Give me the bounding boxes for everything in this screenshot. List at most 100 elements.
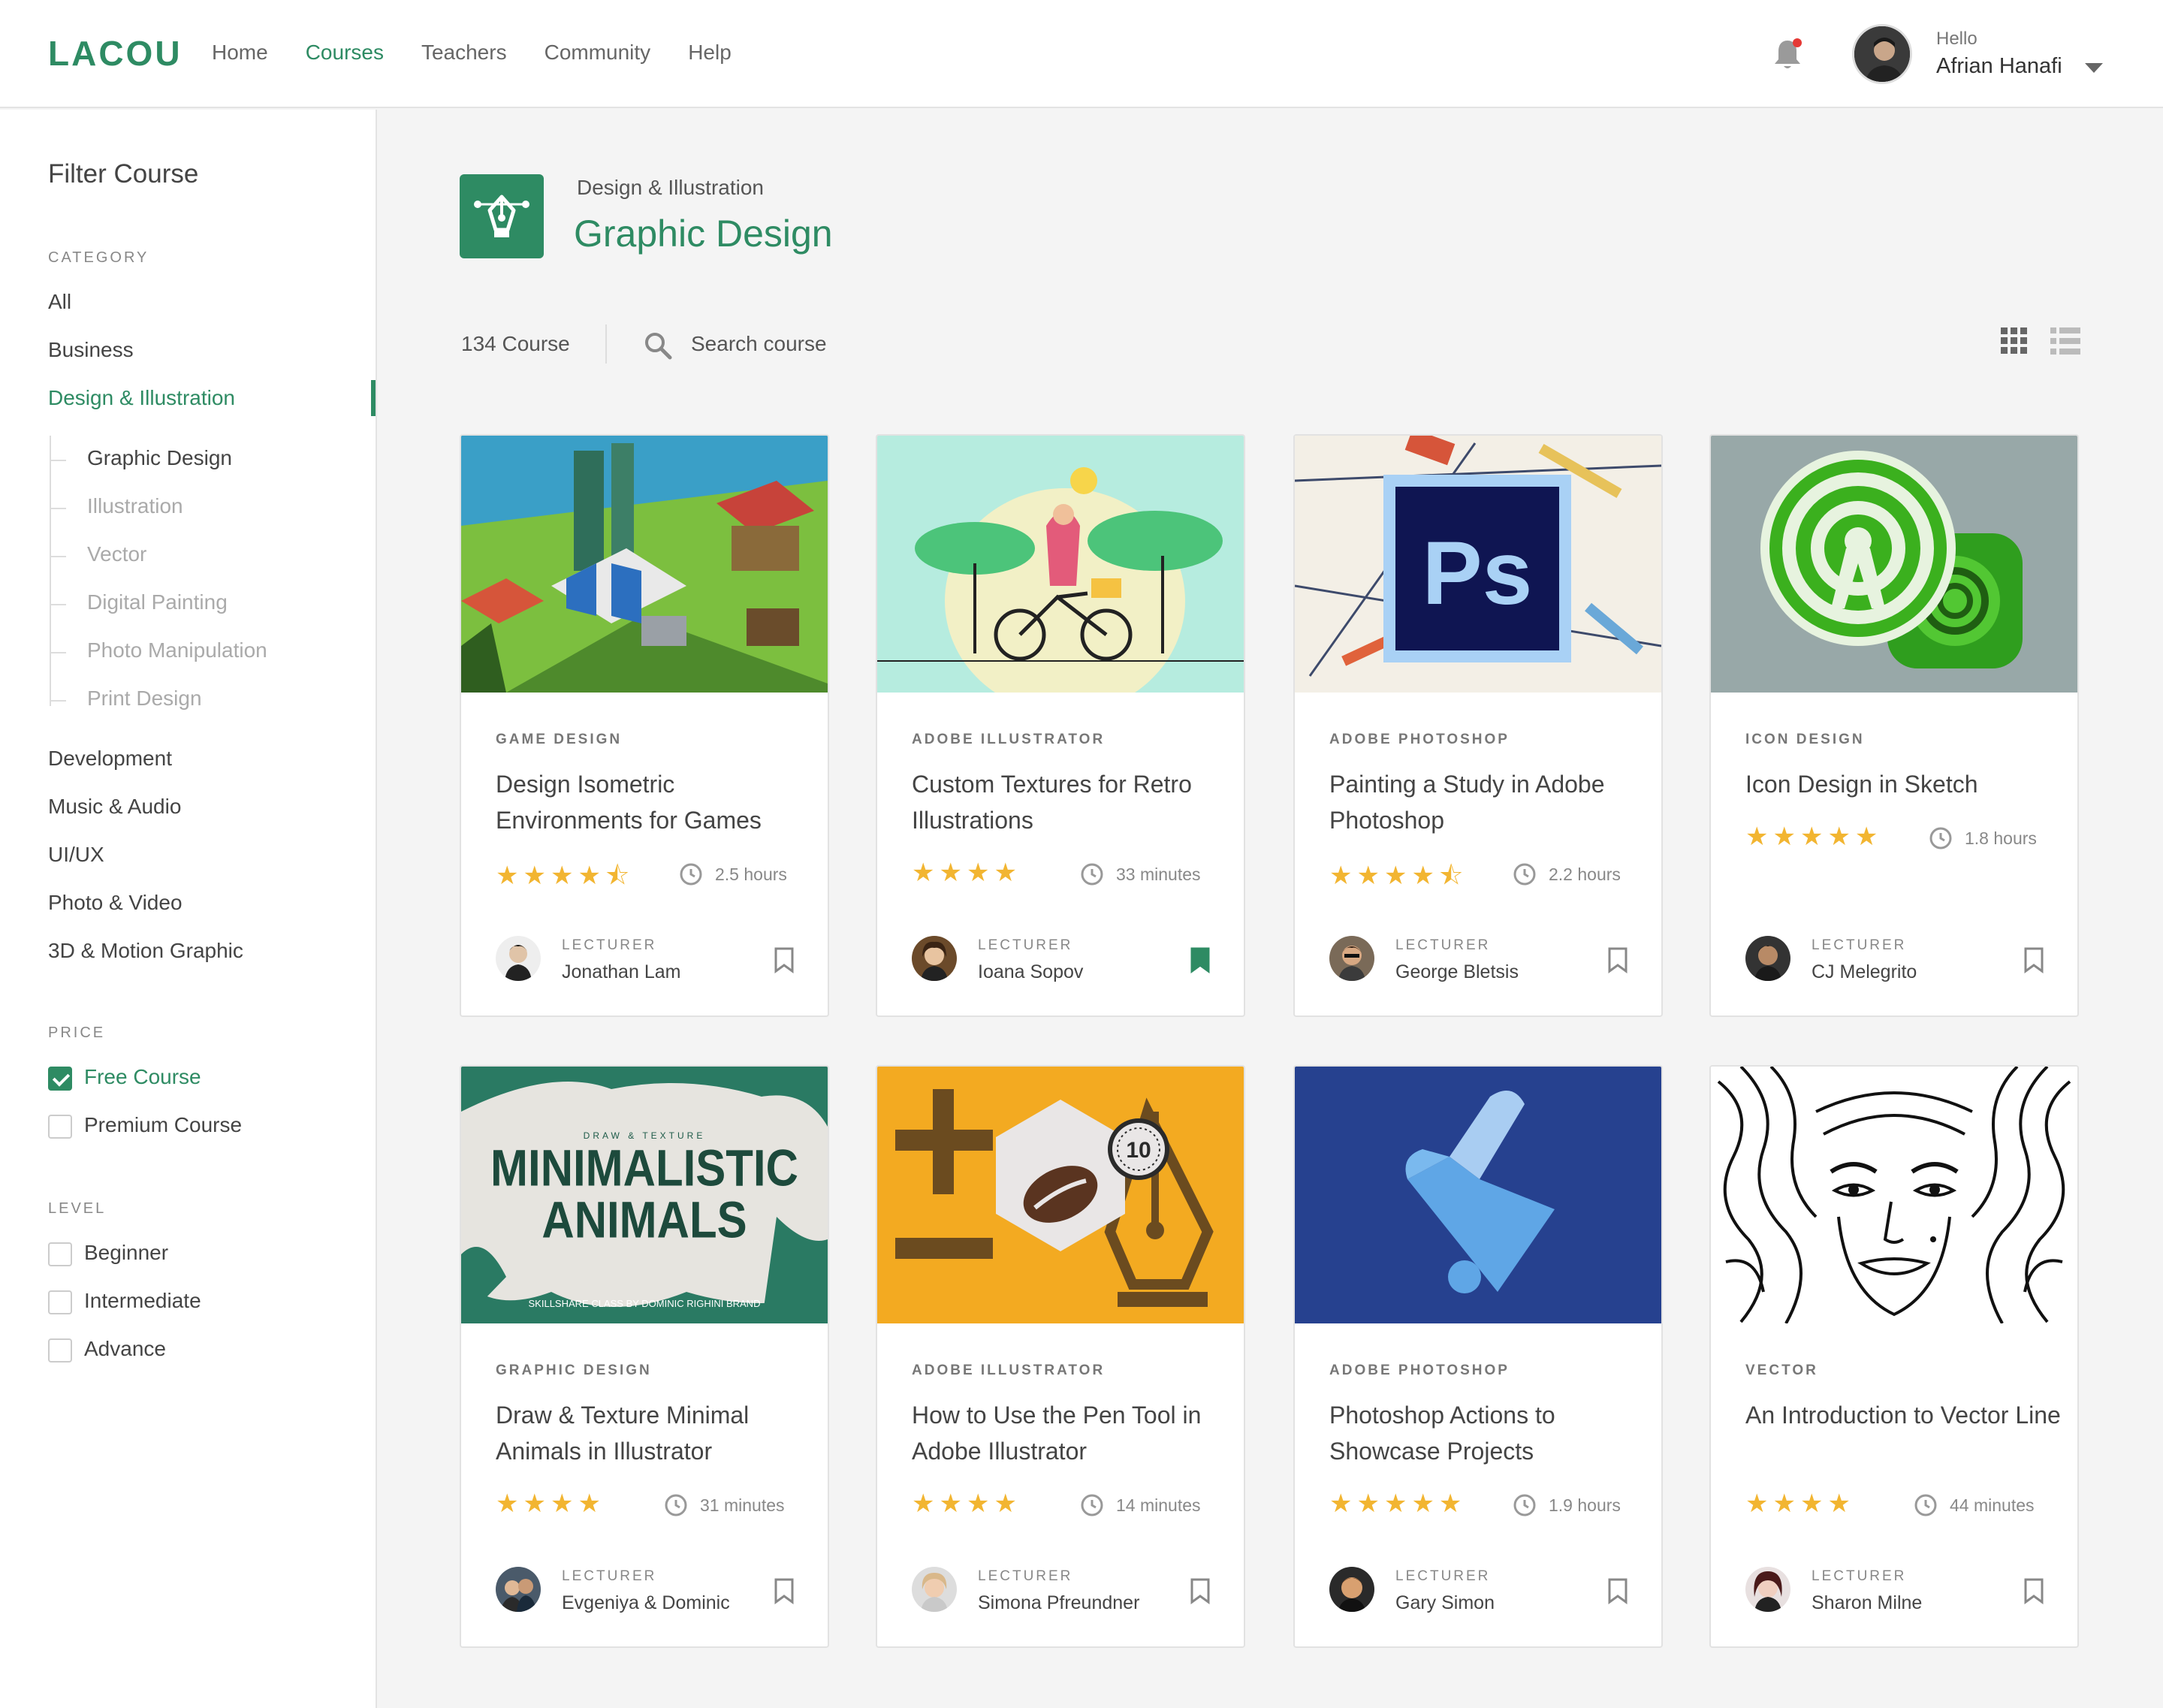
course-title[interactable]: Design Isometric Environments for Games xyxy=(496,766,811,838)
intermediate-label[interactable]: Intermediate xyxy=(84,1289,201,1313)
lecturer-name[interactable]: Sharon Milne xyxy=(1812,1592,1922,1614)
premium-course-checkbox[interactable] xyxy=(48,1115,72,1139)
course-thumbnail-minimal-animals[interactable]: DRAW & TEXTURE MINIMALISTIC ANIMALS SKIL… xyxy=(461,1067,828,1323)
subcategory-photo-manipulation[interactable]: Photo Manipulation xyxy=(51,638,267,662)
course-duration: 2.2 hours xyxy=(1549,865,1621,884)
category-heading: CATEGORY xyxy=(48,249,149,266)
course-title[interactable]: An Introduction to Vector Line xyxy=(1745,1397,2061,1433)
lecturer-name[interactable]: Gary Simon xyxy=(1395,1592,1495,1614)
course-thumbnail-isometric[interactable] xyxy=(461,436,828,693)
list-view-icon[interactable] xyxy=(2050,327,2080,355)
course-thumbnail-retro-bike[interactable] xyxy=(877,436,1244,693)
nav-help[interactable]: Help xyxy=(688,41,732,65)
premium-course-label[interactable]: Premium Course xyxy=(84,1113,242,1137)
course-card[interactable]: 10 ADOBE ILLUSTRATOR How to Use the Pen … xyxy=(876,1065,1245,1648)
course-card[interactable]: VECTOR An Introduction to Vector Line ★★… xyxy=(1709,1065,2079,1648)
course-title[interactable]: Photoshop Actions to Showcase Projects xyxy=(1329,1397,1645,1469)
category-development[interactable]: Development xyxy=(48,747,172,771)
course-card[interactable]: ADOBE PHOTOSHOP Photoshop Actions to Sho… xyxy=(1293,1065,1663,1648)
subcategory-digital-painting[interactable]: Digital Painting xyxy=(51,590,228,614)
course-title[interactable]: Icon Design in Sketch xyxy=(1745,766,2061,802)
nav-community[interactable]: Community xyxy=(545,41,651,65)
rating-stars: ★★★★⯪ xyxy=(1329,862,1468,890)
lecturer-name[interactable]: Ioana Sopov xyxy=(978,961,1083,983)
grid-view-icon[interactable] xyxy=(2001,327,2028,355)
user-menu-chevron-down-icon[interactable] xyxy=(2085,63,2103,73)
bookmark-icon[interactable] xyxy=(1190,1577,1211,1604)
lecturer-label: LECTURER xyxy=(978,1568,1073,1584)
bookmark-icon[interactable] xyxy=(1607,946,1628,973)
course-title[interactable]: How to Use the Pen Tool in Adobe Illustr… xyxy=(912,1397,1227,1469)
advance-checkbox[interactable] xyxy=(48,1338,72,1362)
course-tag: ADOBE PHOTOSHOP xyxy=(1329,1362,1510,1378)
rating-stars: ★★★★★ xyxy=(1745,822,1883,851)
category-ui-ux[interactable]: UI/UX xyxy=(48,843,104,867)
free-course-checkbox[interactable] xyxy=(48,1067,72,1091)
category-music-audio[interactable]: Music & Audio xyxy=(48,795,181,819)
rating-stars: ★★★★ xyxy=(1745,1489,1855,1518)
course-thumbnail-photoshop[interactable]: Ps xyxy=(1295,436,1661,693)
course-thumbnail-icon-design[interactable] xyxy=(1711,436,2077,693)
bookmark-icon[interactable] xyxy=(2023,1577,2044,1604)
subcategory-illustration[interactable]: Illustration xyxy=(51,494,183,518)
user-avatar[interactable] xyxy=(1852,24,1912,84)
bookmark-filled-icon[interactable] xyxy=(1190,946,1211,973)
search-input[interactable] xyxy=(691,327,991,361)
course-title[interactable]: Draw & Texture Minimal Animals in Illust… xyxy=(496,1397,811,1469)
lecturer-name[interactable]: Simona Pfreundner xyxy=(978,1592,1139,1614)
intermediate-checkbox[interactable] xyxy=(48,1290,72,1314)
beginner-checkbox[interactable] xyxy=(48,1242,72,1266)
breadcrumb[interactable]: Design & Illustration xyxy=(577,176,764,200)
advance-label[interactable]: Advance xyxy=(84,1337,166,1361)
lecturer-name[interactable]: George Bletsis xyxy=(1395,961,1519,983)
course-tag: VECTOR xyxy=(1745,1362,1818,1378)
course-title[interactable]: Painting a Study in Adobe Photoshop xyxy=(1329,766,1645,838)
notification-bell-icon[interactable] xyxy=(1771,36,1804,72)
beginner-label[interactable]: Beginner xyxy=(84,1241,168,1265)
rating-stars: ★★★★★ xyxy=(1329,1489,1467,1518)
category-all[interactable]: All xyxy=(48,290,71,314)
course-card[interactable]: ADOBE ILLUSTRATOR Custom Textures for Re… xyxy=(876,434,1245,1017)
course-title[interactable]: Custom Textures for Retro Illustrations xyxy=(912,766,1227,838)
lecturer-name[interactable]: CJ Melegrito xyxy=(1812,961,1917,983)
category-business[interactable]: Business xyxy=(48,338,134,362)
course-thumbnail-vector-line[interactable] xyxy=(1711,1067,2077,1323)
lecturer-label: LECTURER xyxy=(1812,937,1907,953)
course-card[interactable]: GAME DESIGN Design Isometric Environment… xyxy=(460,434,829,1017)
top-bar: LACOU Home Courses Teachers Community He… xyxy=(0,0,2163,108)
course-count: 134 Course xyxy=(461,332,570,355)
free-course-label[interactable]: Free Course xyxy=(84,1065,201,1089)
course-thumbnail-pen-tool[interactable]: 10 xyxy=(877,1067,1244,1323)
notification-dot xyxy=(1793,38,1802,47)
level-heading: LEVEL xyxy=(48,1200,107,1217)
lecturer-avatar xyxy=(912,1567,957,1612)
nav-teachers[interactable]: Teachers xyxy=(421,41,507,65)
subcategory-graphic-design[interactable]: Graphic Design xyxy=(51,446,232,470)
subcategory-print-design[interactable]: Print Design xyxy=(51,687,202,711)
user-name[interactable]: Afrian Hanafi xyxy=(1936,54,2062,79)
logo[interactable]: LACOU xyxy=(48,33,183,74)
course-tag: ADOBE PHOTOSHOP xyxy=(1329,732,1510,747)
search-icon[interactable] xyxy=(643,330,673,361)
lecturer-name[interactable]: Jonathan Lam xyxy=(562,961,680,983)
clock-icon xyxy=(1081,1494,1103,1516)
bookmark-icon[interactable] xyxy=(1607,1577,1628,1604)
lecturer-name[interactable]: Evgeniya & Dominic xyxy=(562,1592,730,1614)
category-3d-motion-graphic[interactable]: 3D & Motion Graphic xyxy=(48,939,243,963)
course-card[interactable]: DRAW & TEXTURE MINIMALISTIC ANIMALS SKIL… xyxy=(460,1065,829,1648)
course-duration: 44 minutes xyxy=(1950,1495,2035,1515)
subcategory-vector[interactable]: Vector xyxy=(50,542,146,566)
subcategory-tree-line xyxy=(50,436,51,706)
bookmark-icon[interactable] xyxy=(774,1577,795,1604)
nav-home[interactable]: Home xyxy=(212,41,268,65)
bookmark-icon[interactable] xyxy=(774,946,795,973)
category-design-illustration[interactable]: Design & Illustration xyxy=(48,386,235,410)
bookmark-icon[interactable] xyxy=(2023,946,2044,973)
course-card[interactable]: Ps ADOBE PHOTOSHOP Painting a Study in A… xyxy=(1293,434,1663,1017)
course-card[interactable]: ICON DESIGN Icon Design in Sketch ★★★★★ … xyxy=(1709,434,2079,1017)
nav-courses[interactable]: Courses xyxy=(306,41,384,65)
photoshop-ps-label: Ps xyxy=(1422,523,1533,623)
course-thumbnail-photoshop-actions[interactable] xyxy=(1295,1067,1661,1323)
clock-icon xyxy=(1929,827,1952,849)
category-photo-video[interactable]: Photo & Video xyxy=(48,891,183,915)
